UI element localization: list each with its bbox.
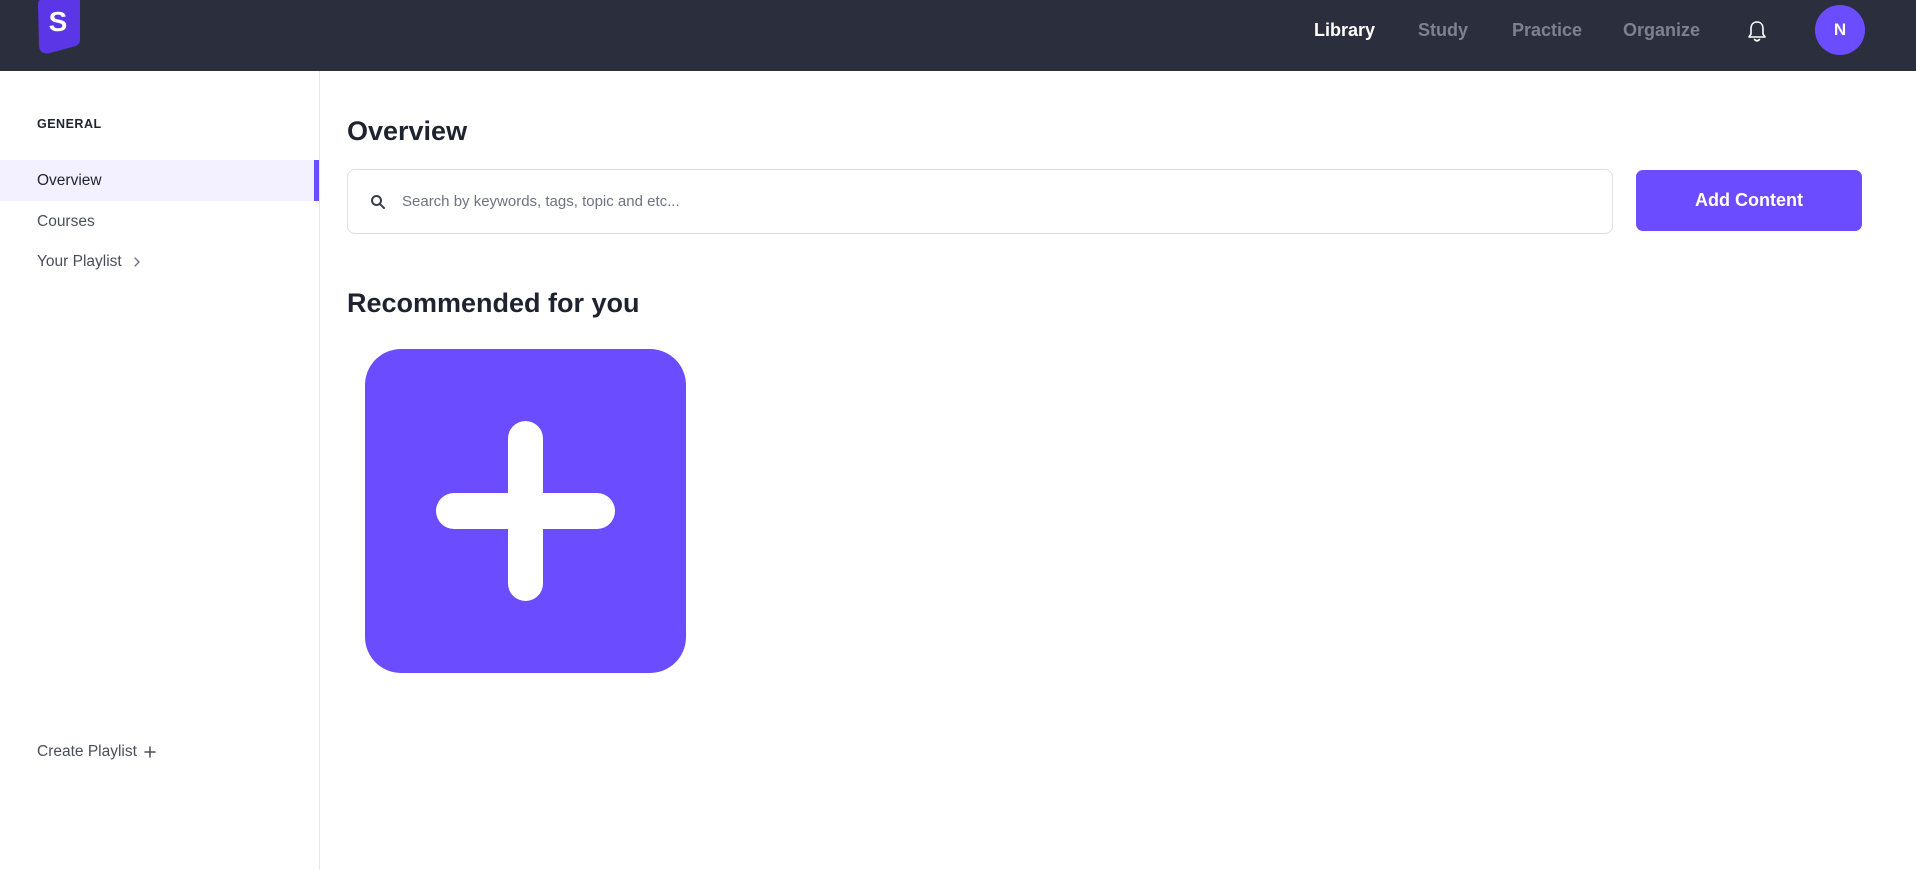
search-input[interactable]	[402, 170, 1592, 233]
sidebar-item-courses[interactable]: Courses	[0, 201, 319, 242]
nav-practice[interactable]: Practice	[1512, 20, 1582, 41]
bell-icon[interactable]	[1744, 19, 1770, 45]
sidebar-item-overview[interactable]: Overview	[0, 160, 319, 201]
sidebar-item-label: Overview	[37, 171, 102, 189]
search-icon	[371, 195, 385, 209]
search-bar	[347, 169, 1613, 234]
sidebar-item-label: Your Playlist	[37, 252, 122, 270]
create-playlist-label: Create Playlist	[37, 743, 137, 760]
sidebar-heading: GENERAL	[37, 117, 102, 131]
nav-organize[interactable]: Organize	[1623, 20, 1700, 41]
nav-library[interactable]: Library	[1314, 20, 1375, 41]
user-avatar[interactable]: N	[1815, 5, 1865, 55]
add-recommendation-tile[interactable]	[365, 349, 686, 673]
page-title: Overview	[347, 116, 468, 146]
sidebar-item-your-playlist[interactable]: Your Playlist	[0, 241, 319, 282]
nav-study[interactable]: Study	[1418, 20, 1468, 41]
logo-letter: S	[49, 6, 68, 37]
create-playlist-button[interactable]: Create Playlist	[37, 743, 157, 761]
sidebar: GENERAL Overview Courses Your Playlist C…	[0, 71, 320, 870]
add-content-button[interactable]: Add Content	[1636, 170, 1862, 231]
plus-icon	[436, 421, 615, 601]
top-navigation-bar: S Library Study Practice Organize N	[0, 0, 1916, 71]
chevron-right-icon	[134, 256, 140, 267]
sidebar-item-label: Courses	[37, 212, 95, 230]
recommended-heading: Recommended for you	[347, 288, 640, 318]
app-logo[interactable]: S	[36, 0, 82, 54]
plus-icon	[144, 746, 156, 758]
